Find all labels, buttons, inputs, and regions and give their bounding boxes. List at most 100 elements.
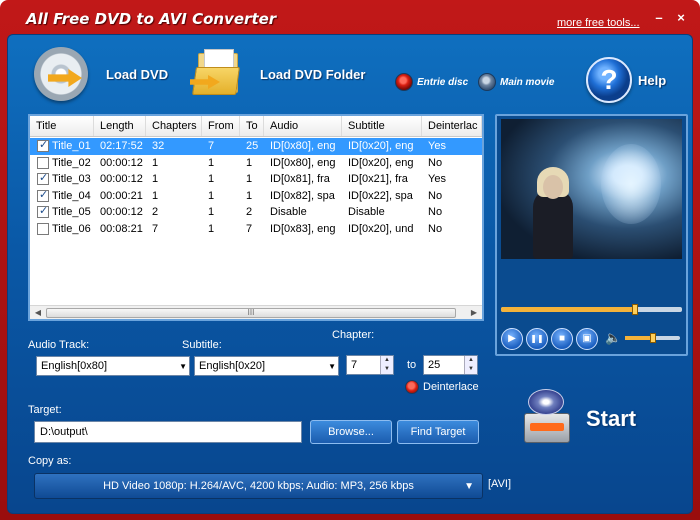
subtitle-cell: ID[0x20], eng: [348, 156, 414, 169]
length-cell: 00:00:12: [100, 156, 143, 169]
table-row[interactable]: Title_03 00:00:12 1 1 1 ID[0x81], fra ID[0x21]…: [30, 171, 482, 188]
chapters-cell: 1: [152, 173, 159, 186]
deinterlace-radio-dot: [405, 380, 419, 394]
table-row[interactable]: Title_02 00:00:12 1 1 1 ID[0x80], eng ID[0x20]…: [30, 155, 482, 172]
column-header[interactable]: Audio: [264, 116, 342, 136]
horizontal-scrollbar[interactable]: ◀ III ▶: [30, 305, 482, 319]
chapters-cell: 1: [152, 156, 159, 169]
play-button[interactable]: ▶: [501, 328, 523, 350]
seek-handle[interactable]: [631, 304, 638, 315]
title-table[interactable]: Title Length Chapters From To Audio Subtitle De…: [28, 114, 484, 321]
from-cell: 1: [208, 206, 215, 219]
audio-track-select[interactable]: English[0x80] ▼: [36, 356, 190, 376]
scrollbar-thumb[interactable]: III: [46, 308, 456, 318]
title-bar[interactable]: All Free DVD to AVI Converter more free …: [0, 0, 700, 34]
entire-disc-radio[interactable]: Entrie disc: [395, 73, 468, 91]
to-cell: 1: [246, 173, 253, 186]
scroll-right-arrow-icon[interactable]: ▶: [467, 307, 481, 319]
column-header[interactable]: Length: [94, 116, 146, 136]
from-cell: 1: [208, 156, 215, 169]
chapters-cell: 1: [152, 189, 159, 202]
pause-button[interactable]: ❚❚: [526, 328, 548, 350]
chapter-from-up-icon[interactable]: ▲: [381, 356, 393, 365]
chapter-to-up-icon[interactable]: ▲: [465, 356, 477, 365]
browse-button[interactable]: Browse...: [310, 420, 392, 444]
title-cell: Title_02: [52, 156, 91, 169]
help-label: Help: [638, 72, 667, 88]
entire-disc-label: Entrie disc: [417, 76, 469, 88]
app-window: All Free DVD to AVI Converter more free …: [0, 0, 700, 520]
deinterlace-cell: Yes: [428, 173, 446, 186]
find-target-button[interactable]: Find Target: [397, 420, 479, 444]
column-header[interactable]: To: [240, 116, 264, 136]
more-free-tools-link[interactable]: more free tools...: [557, 17, 640, 29]
row-checkbox[interactable]: [37, 156, 49, 169]
chapter-to-label: to: [407, 359, 417, 371]
column-header[interactable]: Subtitle: [342, 116, 422, 136]
chevron-down-icon: ▼: [328, 362, 336, 371]
subtitle-select[interactable]: English[0x20] ▼: [194, 356, 339, 376]
column-header[interactable]: Deinterlac: [422, 116, 482, 136]
title-cell: Title_04: [52, 189, 91, 202]
title-cell: Title_06: [52, 222, 91, 235]
to-cell: 1: [246, 156, 253, 169]
scroll-left-arrow-icon[interactable]: ◀: [31, 307, 45, 319]
chapter-from-stepper[interactable]: 7 ▲ ▼: [346, 355, 394, 375]
subtitle-value: English[0x20]: [199, 360, 266, 372]
to-cell: 2: [246, 206, 253, 219]
from-cell: 1: [208, 222, 215, 235]
deinterlace-cell: Yes: [428, 140, 446, 153]
from-cell: 1: [208, 189, 215, 202]
snapshot-button[interactable]: ▣: [576, 328, 598, 350]
start-disc-icon: [518, 387, 576, 451]
chapter-to-down-icon[interactable]: ▼: [465, 365, 477, 374]
deinterlace-label: Deinterlace: [423, 381, 479, 393]
load-dvd-button[interactable]: Load DVD: [34, 47, 168, 101]
start-label: Start: [586, 406, 637, 431]
length-cell: 02:17:52: [100, 140, 143, 153]
close-button[interactable]: ×: [674, 11, 688, 25]
chapters-cell: 32: [152, 140, 165, 153]
deinterlace-checkbox[interactable]: Deinterlace: [405, 380, 479, 394]
row-checkbox[interactable]: [37, 204, 49, 219]
app-title: All Free DVD to AVI Converter: [26, 10, 277, 28]
main-movie-radio[interactable]: Main movie: [478, 73, 554, 91]
length-cell: 00:00:12: [100, 206, 143, 219]
from-cell: 1: [208, 173, 215, 186]
to-cell: 25: [246, 140, 259, 153]
chapter-from-down-icon[interactable]: ▼: [381, 365, 393, 374]
seek-slider[interactable]: [501, 304, 682, 315]
table-row[interactable]: Title_06 00:08:21 7 1 7 ID[0x83], eng ID[0x20]…: [30, 221, 482, 238]
load-dvd-folder-button[interactable]: Load DVD Folder: [190, 49, 365, 99]
table-row[interactable]: Title_01 02:17:52 32 7 25 ID[0x80], eng ID[0x2…: [30, 138, 482, 155]
audio-cell: Disable: [270, 206, 307, 219]
row-checkbox[interactable]: [37, 138, 49, 153]
column-header[interactable]: Title: [30, 116, 94, 136]
table-row[interactable]: Title_05 00:00:12 2 1 2 Disable Disable No: [30, 204, 482, 221]
stop-button[interactable]: ■: [551, 328, 573, 350]
chapter-to-stepper[interactable]: 25 ▲ ▼: [423, 355, 478, 375]
volume-handle[interactable]: [649, 333, 656, 343]
column-header[interactable]: From: [202, 116, 240, 136]
row-checkbox[interactable]: [37, 222, 49, 235]
target-path-input[interactable]: D:\output\: [34, 421, 302, 443]
entire-disc-radio-dot: [395, 73, 413, 91]
folder-icon: [190, 49, 246, 99]
load-dvd-folder-label: Load DVD Folder: [260, 66, 366, 82]
row-checkbox[interactable]: [37, 171, 49, 186]
volume-slider[interactable]: [625, 333, 680, 343]
audio-track-label: Audio Track:: [28, 339, 90, 351]
audio-track-value: English[0x80]: [41, 360, 108, 372]
table-row[interactable]: Title_04 00:00:21 1 1 1 ID[0x82], spa ID[0x22]…: [30, 188, 482, 205]
volume-icon[interactable]: 🔈: [605, 330, 621, 346]
column-header[interactable]: Chapters: [146, 116, 202, 136]
minimize-button[interactable]: –: [652, 11, 666, 25]
title-cell: Title_03: [52, 173, 91, 186]
help-button[interactable]: ? Help: [586, 57, 666, 103]
row-checkbox[interactable]: [37, 188, 49, 202]
chapter-from-value: 7: [351, 359, 358, 371]
output-profile-select[interactable]: HD Video 1080p: H.264/AVC, 4200 kbps; Au…: [34, 473, 483, 499]
subtitle-cell: ID[0x21], fra: [348, 173, 408, 186]
chapters-cell: 7: [152, 222, 159, 235]
start-button[interactable]: Start: [518, 387, 636, 451]
